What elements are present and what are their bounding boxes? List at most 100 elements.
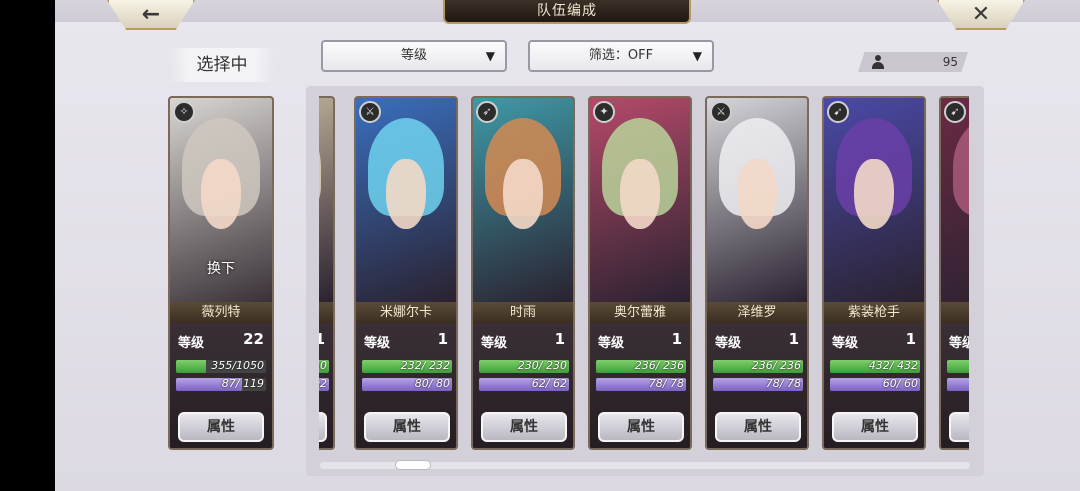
- hp-bar: 2: [947, 360, 969, 373]
- character-card[interactable]: ➹ 紫装枪手等级 1 432/ 432 60/ 60 属性: [822, 96, 926, 450]
- hp-bar: 232/ 232: [362, 360, 452, 373]
- mp-text: 62/ 62: [531, 378, 567, 390]
- level-label: 等级: [364, 336, 391, 351]
- character-portrait: [824, 98, 924, 302]
- character-name: 薇列特: [170, 302, 272, 324]
- person-icon: [872, 55, 884, 69]
- character-portrait: [356, 98, 456, 302]
- hp-text: 236/ 236: [751, 360, 801, 372]
- hp-bar: 236/ 236: [596, 360, 686, 373]
- hp-bar: 355/1050: [176, 360, 266, 373]
- character-portrait: [590, 98, 690, 302]
- character-card[interactable]: ➹ 等级 2 属性: [939, 96, 969, 450]
- filter-dropdown[interactable]: 筛选：OFF ▼: [528, 40, 714, 72]
- level-value: 1: [437, 330, 448, 348]
- hp-text: 232/ 232: [400, 360, 450, 372]
- level-label: 等级: [832, 336, 859, 351]
- hp-text: 230: [319, 360, 327, 372]
- character-portrait: 换下: [170, 98, 272, 302]
- character-name: 米娜尔卡: [356, 302, 456, 324]
- stats-panel: 等级 22 355/1050 87/ 119 属性: [170, 324, 272, 448]
- level-value: 22: [243, 330, 264, 348]
- portrait-hair: [319, 118, 321, 217]
- swap-out-label[interactable]: 换下: [170, 258, 272, 278]
- mp-bar: 80/ 80: [362, 378, 452, 391]
- character-card[interactable]: ⚔ 泽维罗等级 1 236/ 236 78/ 78 属性: [705, 96, 809, 450]
- weapon-type-icon: ⚔: [710, 101, 732, 123]
- stats-panel: 等级 2 属性: [941, 324, 969, 448]
- hp-bar: 432/ 432: [830, 360, 920, 373]
- weapon-type-icon: ⚔: [359, 101, 381, 123]
- portrait-face: [620, 159, 660, 229]
- stats-panel: 等级 1 432/ 432 60/ 60 属性: [824, 324, 924, 448]
- character-name: 奥尔蕾雅: [590, 302, 690, 324]
- portrait-face: [737, 159, 777, 229]
- character-name: 时雨: [473, 302, 573, 324]
- attribute-button[interactable]: 属性: [178, 412, 264, 442]
- attribute-button[interactable]: 属性: [832, 412, 918, 442]
- character-portrait: [707, 98, 807, 302]
- close-button[interactable]: ✕: [937, 0, 1025, 30]
- level-value: 1: [788, 330, 799, 348]
- hp-text: 432/ 432: [868, 360, 918, 372]
- level-value: 1: [554, 330, 565, 348]
- sort-dropdown[interactable]: 等级 ▼: [321, 40, 507, 72]
- level-label: 等级: [598, 336, 625, 351]
- attribute-button[interactable]: 属性: [481, 412, 567, 442]
- level-label: 等级: [715, 336, 742, 351]
- team-formation-screen: ← 队伍编成 ✕ 选择中 等级 ▼ 筛选：OFF ▼ 95 换下 ✧ 薇列特 等…: [55, 0, 1080, 491]
- character-name: 紫装枪手: [824, 302, 924, 324]
- mp-bar: 02: [319, 378, 329, 391]
- hp-text: 230/ 230: [517, 360, 567, 372]
- level-value: 1: [905, 330, 916, 348]
- back-button[interactable]: ←: [107, 0, 195, 30]
- character-card[interactable]: ⚔等级123002属性: [319, 96, 335, 450]
- member-count-badge: 95: [858, 52, 968, 72]
- stats-panel: 等级 1 230/ 230 62/ 62 属性: [473, 324, 573, 448]
- character-portrait: [319, 98, 333, 302]
- selected-character-card[interactable]: 换下 ✧ 薇列特 等级 22 355/1050 87/ 119 属性: [168, 96, 274, 450]
- portrait-face: [854, 159, 894, 229]
- character-list[interactable]: ⚔ 等级 1 230 02 属性 ⚔ 米娜尔卡等级 1 232/ 232 80/ 80 属性 ➶ 时雨等级…: [319, 96, 969, 456]
- attribute-button[interactable]: 属性: [949, 412, 969, 442]
- attribute-button[interactable]: 属性: [715, 412, 801, 442]
- hp-bar: 230: [319, 360, 329, 373]
- close-icon: ✕: [971, 1, 991, 27]
- character-card[interactable]: ✦ 奥尔蕾雅 等级 1 236/ 236 78/ 78 属性: [588, 96, 692, 450]
- level-label: 等级: [178, 336, 205, 351]
- mp-text: 80/ 80: [414, 378, 450, 390]
- mp-bar: 87/ 119: [176, 378, 266, 391]
- character-card[interactable]: ⚔ 米娜尔卡等级 1 232/ 232 80/ 80 属性: [354, 96, 458, 450]
- selected-label: 选择中: [169, 48, 275, 82]
- back-arrow-icon: ←: [141, 1, 161, 27]
- chevron-down-icon: ▼: [485, 49, 495, 63]
- attribute-button[interactable]: 属性: [319, 412, 327, 442]
- scrollbar-thumb[interactable]: [395, 460, 431, 470]
- weapon-type-icon: ➹: [827, 101, 849, 123]
- portrait-hair: [953, 118, 969, 217]
- weapon-type-icon: ✦: [593, 101, 615, 123]
- mp-bar: 78/ 78: [713, 378, 803, 391]
- stats-panel: 等级123002属性: [319, 324, 333, 448]
- mp-text: 78/ 78: [765, 378, 801, 390]
- level-value: 1: [319, 330, 325, 348]
- attribute-button[interactable]: 属性: [598, 412, 684, 442]
- portrait-face: [503, 159, 543, 229]
- character-name: 泽维罗: [707, 302, 807, 324]
- chevron-down-icon: ▼: [692, 49, 702, 63]
- mp-fill: [947, 378, 969, 391]
- attribute-button[interactable]: 属性: [364, 412, 450, 442]
- portrait-face: [386, 159, 426, 229]
- mp-bar: 78/ 78: [596, 378, 686, 391]
- filter-value: 筛选：OFF: [588, 48, 654, 63]
- hp-bar: 230/ 230: [479, 360, 569, 373]
- stats-panel: 等级 1 236/ 236 78/ 78 属性: [707, 324, 807, 448]
- mp-bar: 60/ 60: [830, 378, 920, 391]
- hp-text: 355/1050: [211, 360, 264, 372]
- mp-text: 87/ 119: [221, 378, 264, 390]
- character-card[interactable]: ➶ 时雨 等级 1 230/ 230 62/ 62 属性: [471, 96, 575, 450]
- sort-value: 等级: [400, 48, 427, 63]
- level-label: 等级: [949, 336, 969, 351]
- hp-fill: [176, 360, 207, 373]
- weapon-type-icon: ➶: [476, 101, 498, 123]
